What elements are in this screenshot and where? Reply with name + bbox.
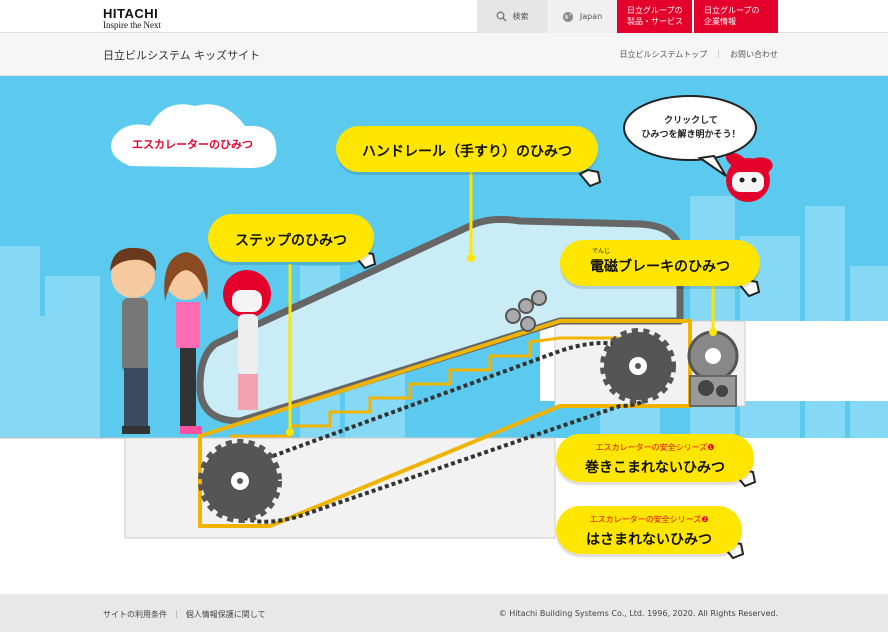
hitachi-logo[interactable]: HITACHI Inspire the Next [103,7,161,30]
escalator-scene: エスカレーターのひみつ ハンドレール（手すり）のひみつ ステップのひみつ でんじ… [0,76,888,594]
search-icon [496,11,506,22]
corporate-info-link[interactable]: 日立グループの 企業情報 [694,0,778,33]
brake-secret-button[interactable]: でんじ 電磁ブレーキのひみつ [560,240,760,286]
footer-separator: | [175,609,178,618]
corporate-line1: 日立グループの [704,6,760,16]
safety2-series-label: エスカレーターの安全シリーズ❷ [589,515,709,524]
upper-sprocket [600,328,676,404]
escalator-secret-title[interactable]: エスカレーターのひみつ [132,136,253,152]
privacy-link[interactable]: 個人情報保護に関して [186,609,266,620]
safety2-secret-button[interactable]: エスカレーターの安全シリーズ❷ はさまれないひみつ [556,506,742,554]
region-label: Japan [579,12,603,21]
handrail-secret-label: ハンドレール（手すり）のひみつ [362,144,572,160]
safety1-title-label: 巻きこまれないひみつ [585,460,725,476]
step-secret-label: ステップのひみつ [235,233,347,249]
copyright: © Hitachi Building Systems Co., Ltd. 199… [498,609,778,618]
terms-link[interactable]: サイトの利用条件 [103,609,167,620]
sub-header: 日立ビルシステム キッズサイト 日立ビルシステムトップ | お問い合わせ [0,33,888,76]
footer-links: サイトの利用条件 | 個人情報保護に関して [103,609,265,620]
site-title[interactable]: 日立ビルシステム キッズサイト [103,47,260,63]
lower-sprocket [198,439,282,523]
robot-message-line2: ひみつを解き明かそう！ [641,130,741,141]
handrail-secret-button[interactable]: ハンドレール（手すり）のひみつ [336,126,598,172]
search-label: 検索 [512,12,529,21]
step-secret-button[interactable]: ステップのひみつ [208,214,374,262]
brake-secret-label: 電磁ブレーキのひみつ [590,259,730,275]
escalator-pit [124,437,556,539]
safety1-secret-button[interactable]: エスカレーターの安全シリーズ❶ 巻きこまれないひみつ [556,434,754,482]
footer: サイトの利用条件 | 個人情報保護に関して © Hitachi Building… [0,594,888,632]
search-button[interactable]: 検索 [477,0,547,33]
brake-ruby-text: でんじ [592,248,611,255]
logo-tagline: Inspire the Next [103,20,161,30]
electromagnetic-brake[interactable] [687,330,739,407]
safety2-title-label: はさまれないひみつ [586,532,712,548]
robot-message-line1: クリックして [664,116,718,126]
robot-message: クリックして ひみつを解き明かそう！ [636,114,746,143]
products-line1: 日立グループの [627,6,683,16]
contact-link[interactable]: お問い合わせ [730,49,778,60]
products-services-link[interactable]: 日立グループの 製品・サービス [617,0,692,33]
globe-icon [562,11,573,22]
logo-name: HITACHI [103,6,159,21]
link-separator: | [717,49,720,58]
products-line2: 製品・サービス [627,16,683,26]
top-page-link[interactable]: 日立ビルシステムトップ [620,49,708,60]
safety1-series-label: エスカレーターの安全シリーズ❶ [595,443,715,452]
corporate-line2: 企業情報 [704,16,736,26]
sub-links: 日立ビルシステムトップ | お問い合わせ [620,49,778,60]
top-bar: HITACHI Inspire the Next 検索 Japan 日立グループ… [0,0,888,33]
region-button[interactable]: Japan [547,0,617,33]
